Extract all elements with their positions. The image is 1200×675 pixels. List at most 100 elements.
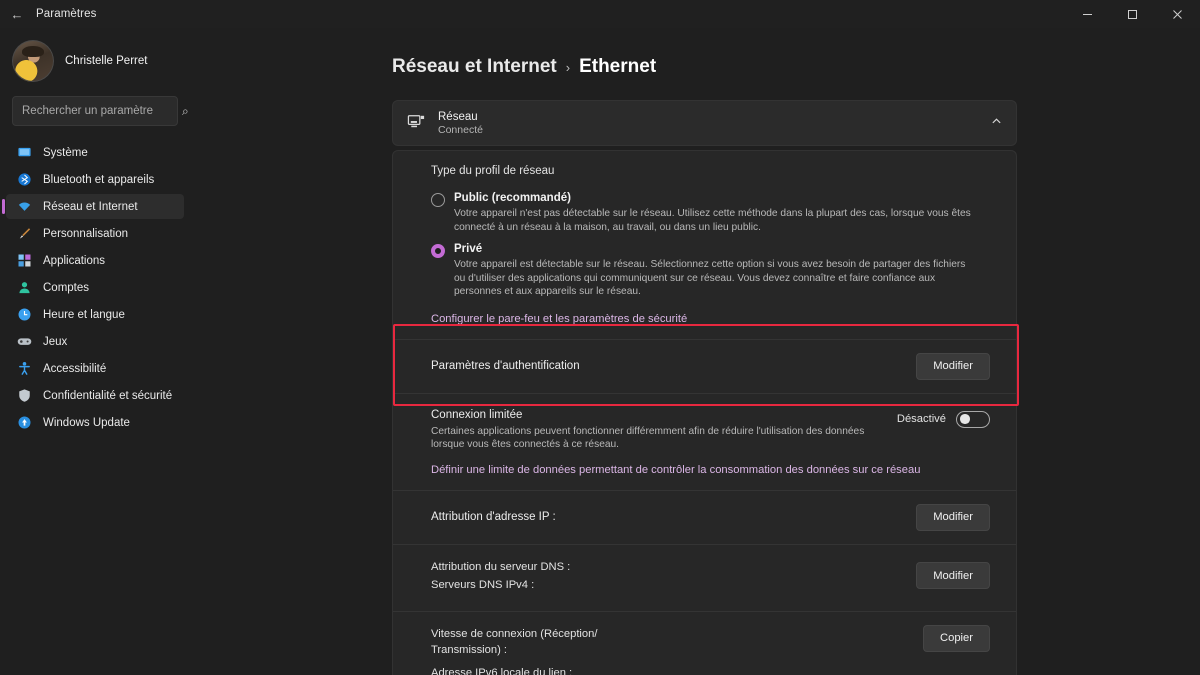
ip-assignment-edit-button[interactable]: Modifier xyxy=(916,504,990,531)
sidebar-item-jeux[interactable]: Jeux xyxy=(6,329,184,354)
metered-toggle-group[interactable]: Désactivé xyxy=(897,411,990,428)
metered-toggle-switch[interactable] xyxy=(956,411,990,428)
search-container: ⌕ xyxy=(6,86,184,126)
connection-details-row: Vitesse de connexion (Réception/ Transmi… xyxy=(393,612,1016,675)
main-content: Réseau et Internet › Ethernet xyxy=(190,28,1200,675)
sidebar-item-personnalisation[interactable]: Personnalisation xyxy=(6,221,184,246)
sidebar-item-heure-et-langue[interactable]: Heure et langue xyxy=(6,302,184,327)
sidebar-item-label: Réseau et Internet xyxy=(43,201,138,213)
maximize-button[interactable] xyxy=(1110,0,1155,28)
sidebar-item-label: Système xyxy=(43,147,88,159)
minimize-button[interactable] xyxy=(1065,0,1110,28)
search-input[interactable] xyxy=(22,105,176,117)
chevron-up-icon[interactable] xyxy=(991,116,1002,130)
sidebar-item-label: Comptes xyxy=(43,282,89,294)
breadcrumb-current: Ethernet xyxy=(579,56,656,78)
network-status-header: Réseau Connecté xyxy=(393,101,1016,145)
toggle-knob xyxy=(960,414,970,424)
radio-description-public: Votre appareil n'est pas détectable sur … xyxy=(454,207,978,234)
data-limit-link[interactable]: Définir une limite de données permettant… xyxy=(431,464,920,476)
breadcrumb-root[interactable]: Réseau et Internet xyxy=(392,56,557,78)
back-button[interactable]: ← xyxy=(0,0,34,28)
radio-button-public[interactable] xyxy=(431,193,445,207)
sidebar-item-label: Personnalisation xyxy=(43,228,128,240)
ethernet-pc-icon xyxy=(407,112,426,134)
sidebar-item-label: Heure et langue xyxy=(43,309,125,321)
sidebar-item-label: Bluetooth et appareils xyxy=(43,174,154,186)
radio-option-prive[interactable]: Privé Votre appareil est détectable sur … xyxy=(431,242,978,299)
search-icon: ⌕ xyxy=(182,104,189,119)
connection-speed-label-line2: Transmission) : xyxy=(431,642,909,658)
user-profile[interactable]: Christelle Perret xyxy=(6,28,184,86)
radio-option-public[interactable]: Public (recommandé) Votre appareil n'est… xyxy=(431,191,978,234)
search-box[interactable]: ⌕ xyxy=(12,96,178,126)
title-bar: ← Paramètres xyxy=(0,0,1200,28)
update-icon xyxy=(16,415,32,431)
settings-panel: Réseau Connecté Type du profil de réseau xyxy=(392,100,1017,675)
radio-description-prive: Votre appareil est détectable sur le rés… xyxy=(454,258,978,299)
metered-toggle-state-label: Désactivé xyxy=(897,413,946,425)
sidebar-item-label: Applications xyxy=(43,255,105,267)
dns-assignment-edit-button[interactable]: Modifier xyxy=(916,562,990,589)
dns-assignment-row: Attribution du serveur DNS : Serveurs DN… xyxy=(393,545,1016,611)
minimize-icon xyxy=(1082,9,1093,20)
window-title: Paramètres xyxy=(36,8,96,20)
breadcrumb: Réseau et Internet › Ethernet xyxy=(190,56,1200,78)
sidebar-nav: Système Bluetooth et appareils Réseau et… xyxy=(6,140,184,435)
maximize-icon xyxy=(1127,9,1138,20)
sidebar-item-windows-update[interactable]: Windows Update xyxy=(6,410,184,435)
sidebar-item-label: Confidentialité et sécurité xyxy=(43,390,172,402)
ipv6-link-local-label: Adresse IPv6 locale du lien : xyxy=(431,665,909,675)
network-icon xyxy=(16,199,32,215)
sidebar-item-applications[interactable]: Applications xyxy=(6,248,184,273)
authentication-settings-row: Paramètres d'authentification Modifier xyxy=(393,340,1016,393)
sidebar-item-accessibilite[interactable]: Accessibilité xyxy=(6,356,184,381)
user-name: Christelle Perret xyxy=(65,55,147,67)
accessibility-icon xyxy=(16,361,32,377)
gamepad-icon xyxy=(16,334,32,350)
radio-button-prive[interactable] xyxy=(431,244,445,258)
window-controls xyxy=(1065,0,1200,28)
ip-assignment-label: Attribution d'adresse IP : xyxy=(431,510,902,525)
dns-servers-label: Serveurs DNS IPv4 : xyxy=(431,577,902,593)
sidebar-item-bluetooth[interactable]: Bluetooth et appareils xyxy=(6,167,184,192)
sidebar-item-reseau-et-internet[interactable]: Réseau et Internet xyxy=(6,194,184,219)
apps-icon xyxy=(16,253,32,269)
firewall-settings-link[interactable]: Configurer le pare-feu et les paramètres… xyxy=(431,313,687,325)
sidebar-item-label: Accessibilité xyxy=(43,363,106,375)
authentication-edit-button[interactable]: Modifier xyxy=(916,353,990,380)
network-profile-label: Type du profil de réseau xyxy=(431,165,978,177)
data-limit-link-wrap: Définir une limite de données permettant… xyxy=(393,458,1016,490)
network-status-card[interactable]: Réseau Connecté xyxy=(392,100,1017,146)
brush-icon xyxy=(16,226,32,242)
bluetooth-icon xyxy=(16,172,32,188)
close-icon xyxy=(1172,9,1183,20)
monitor-icon xyxy=(16,145,32,161)
metered-connection-description: Certaines applications peuvent fonctionn… xyxy=(431,425,883,452)
radio-label-public: Public (recommandé) xyxy=(454,191,978,206)
network-name: Réseau xyxy=(438,110,979,124)
copy-details-button[interactable]: Copier xyxy=(923,625,990,652)
close-button[interactable] xyxy=(1155,0,1200,28)
radio-label-prive: Privé xyxy=(454,242,978,257)
breadcrumb-separator-icon: › xyxy=(566,60,570,75)
network-profile-section: Type du profil de réseau Public (recomma… xyxy=(393,151,1016,339)
metered-connection-label: Connexion limitée xyxy=(431,408,883,423)
sidebar-item-systeme[interactable]: Système xyxy=(6,140,184,165)
connection-details-list: Vitesse de connexion (Réception/ Transmi… xyxy=(431,626,909,675)
clock-icon xyxy=(16,307,32,323)
metered-connection-row: Connexion limitée Certaines applications… xyxy=(393,394,1016,458)
connection-speed-label-line1: Vitesse de connexion (Réception/ xyxy=(431,626,909,642)
sidebar-item-confidentialite-et-securite[interactable]: Confidentialité et sécurité xyxy=(6,383,184,408)
authentication-label: Paramètres d'authentification xyxy=(431,359,902,374)
account-icon xyxy=(16,280,32,296)
back-arrow-icon: ← xyxy=(11,7,24,22)
dns-assignment-label: Attribution du serveur DNS : xyxy=(431,559,902,575)
ip-assignment-row: Attribution d'adresse IP : Modifier xyxy=(393,491,1016,544)
avatar xyxy=(12,40,54,82)
sidebar: Christelle Perret ⌕ Système Bluetooth et… xyxy=(0,28,190,675)
sidebar-item-comptes[interactable]: Comptes xyxy=(6,275,184,300)
sidebar-item-label: Jeux xyxy=(43,336,67,348)
sidebar-item-label: Windows Update xyxy=(43,417,130,429)
network-status: Connecté xyxy=(438,124,979,137)
